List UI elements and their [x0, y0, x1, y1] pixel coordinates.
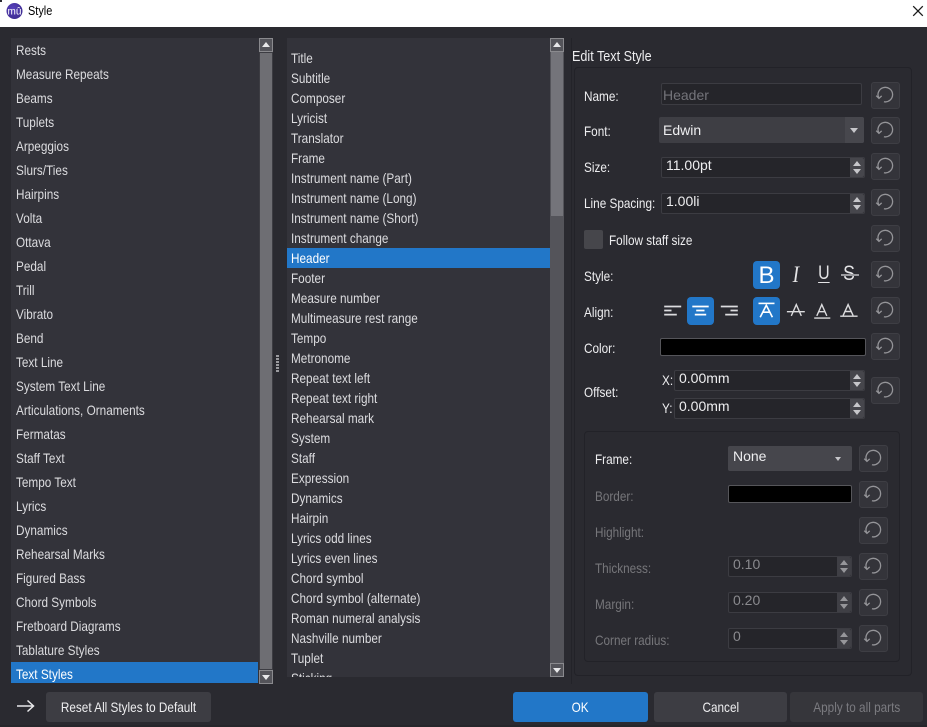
- svg-text:mû: mû: [8, 7, 22, 18]
